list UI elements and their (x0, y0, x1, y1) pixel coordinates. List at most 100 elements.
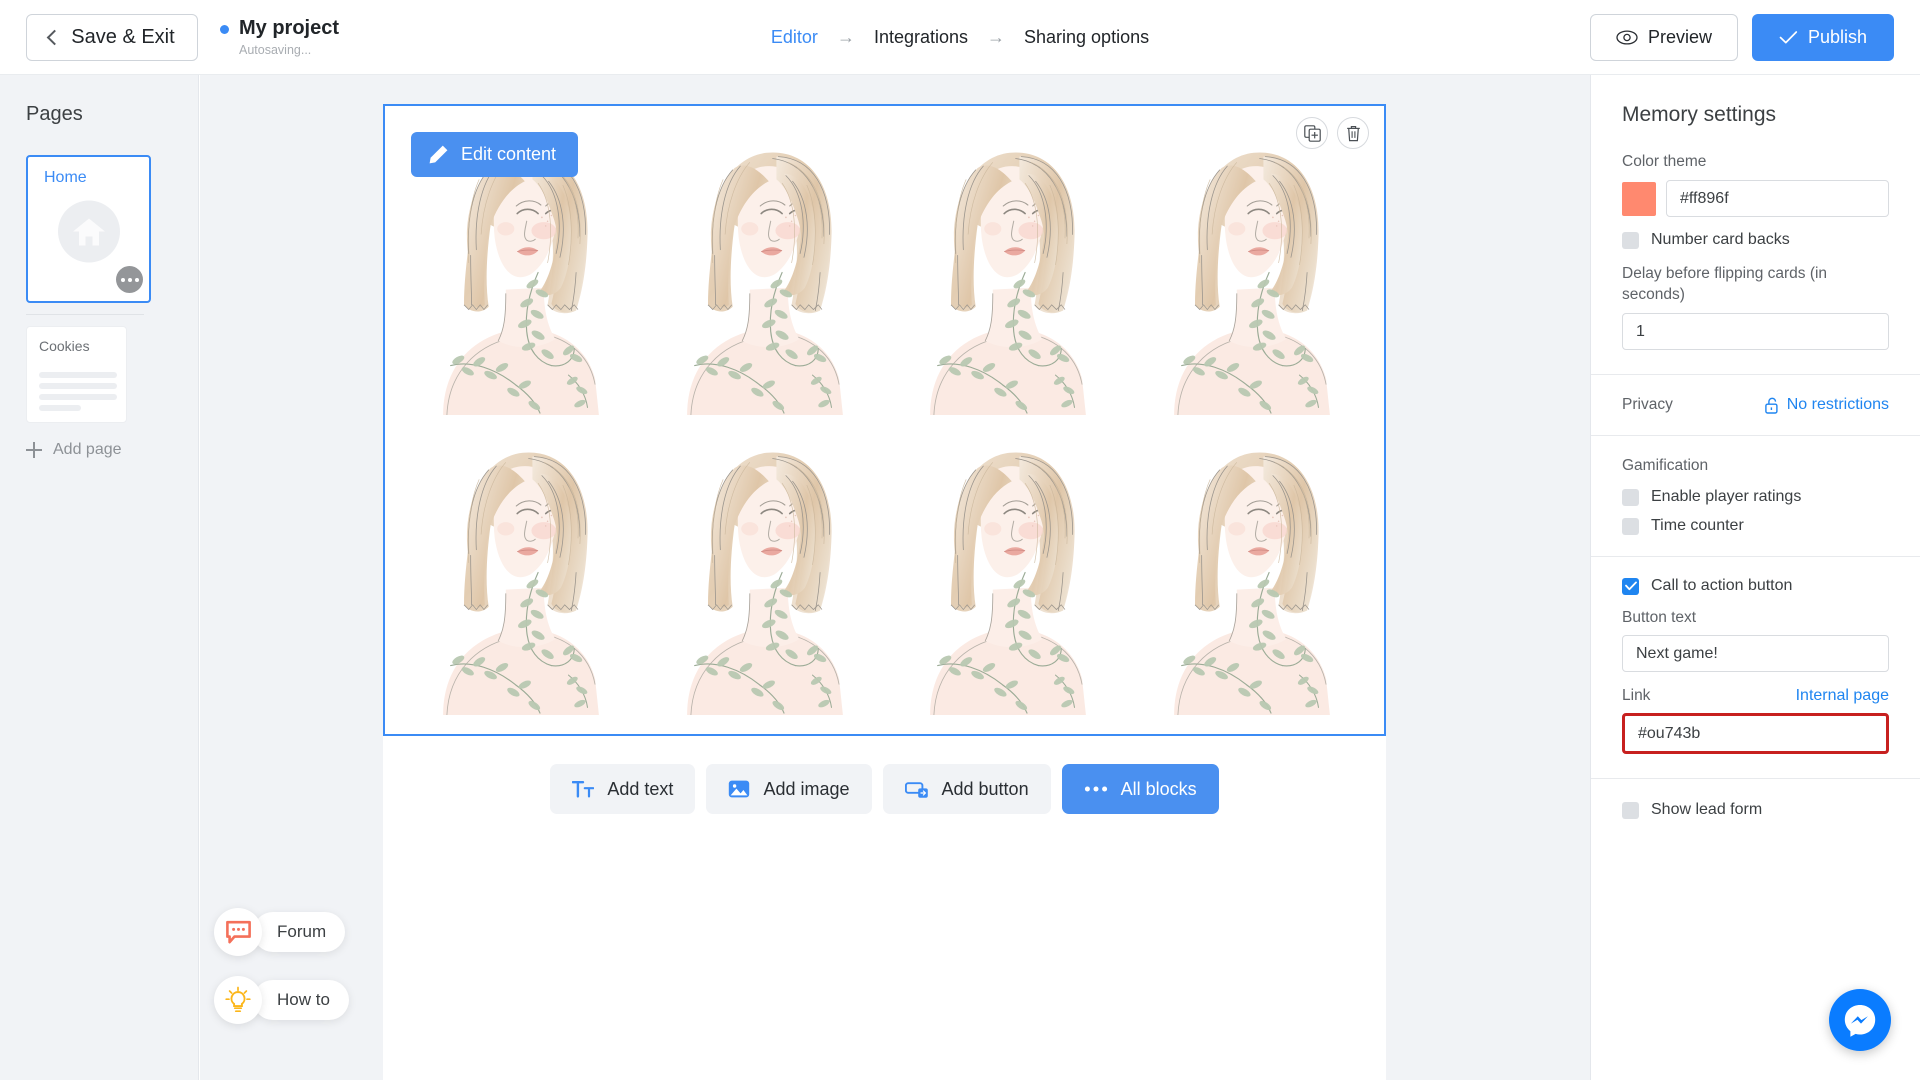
gamification-label: Gamification (1622, 457, 1889, 475)
add-image-label: Add image (763, 779, 849, 800)
memory-card[interactable] (1130, 122, 1374, 422)
duplicate-block-button[interactable] (1296, 117, 1328, 149)
forum-button[interactable] (214, 908, 262, 956)
memory-card[interactable] (643, 422, 887, 722)
button-icon (905, 780, 929, 799)
memory-card[interactable] (643, 122, 887, 422)
add-page-label: Add page (53, 441, 122, 459)
home-icon (72, 216, 106, 247)
woman-illustration (1157, 130, 1347, 415)
breadcrumb-item-editor[interactable]: Editor (771, 27, 818, 48)
color-swatch[interactable] (1622, 182, 1656, 216)
cta-label: Call to action button (1651, 577, 1792, 595)
home-thumbnail (58, 200, 120, 262)
show-lead-form-label: Show lead form (1651, 801, 1762, 819)
sidebar-divider (26, 314, 144, 315)
pages-title: Pages (26, 103, 198, 126)
enable-player-ratings-row[interactable]: Enable player ratings (1622, 488, 1889, 506)
memory-game-block[interactable]: Edit content (383, 104, 1386, 736)
cta-checkbox[interactable] (1622, 578, 1639, 595)
show-lead-form-row[interactable]: Show lead form (1622, 801, 1889, 819)
privacy-value-label: No restrictions (1787, 396, 1889, 414)
page-canvas: Edit content (383, 104, 1386, 1084)
page-cookies-thumbnail (39, 372, 117, 411)
text-format-icon (572, 780, 594, 798)
unlock-icon (1765, 397, 1779, 414)
add-image-button[interactable]: Add image (706, 764, 871, 814)
settings-panel: Memory settings Color theme Number card … (1590, 75, 1920, 1080)
chat-bubble-icon (225, 920, 252, 945)
add-text-button[interactable]: Add text (550, 764, 695, 814)
all-blocks-label: All blocks (1121, 779, 1197, 800)
add-text-label: Add text (607, 779, 673, 800)
cta-row[interactable]: Call to action button (1622, 577, 1889, 595)
delay-section: Delay before flipping cards (in seconds) (1591, 249, 1920, 374)
pencil-icon (428, 144, 449, 165)
pages-sidebar: Pages Home Cookies Add page (0, 75, 199, 1080)
how-to-button[interactable] (214, 976, 262, 1024)
help-widgets: Forum How to (214, 908, 349, 1044)
check-icon (1779, 30, 1798, 45)
sidebar-page-cookies[interactable]: Cookies (26, 326, 127, 423)
breadcrumb: Editor → Integrations → Sharing options (771, 27, 1149, 48)
memory-card-grid (399, 122, 1374, 722)
privacy-value-button[interactable]: No restrictions (1765, 396, 1889, 414)
link-input[interactable] (1622, 713, 1889, 754)
arrow-right-icon: → (837, 27, 855, 48)
image-icon (728, 779, 750, 799)
forum-widget[interactable]: Forum (214, 908, 349, 956)
time-counter-label: Time counter (1651, 517, 1744, 535)
how-to-widget[interactable]: How to (214, 976, 349, 1024)
autosaving-status: Autosaving... (239, 43, 339, 57)
lead-form-section: Show lead form (1591, 779, 1920, 819)
panel-title: Memory settings (1591, 75, 1920, 127)
button-text-input[interactable] (1622, 635, 1889, 672)
breadcrumb-item-integrations[interactable]: Integrations (874, 27, 968, 48)
how-to-label[interactable]: How to (253, 980, 349, 1020)
add-page-button[interactable]: Add page (26, 441, 122, 459)
publish-label: Publish (1808, 27, 1867, 48)
memory-card[interactable] (887, 122, 1131, 422)
breadcrumb-item-sharing-options[interactable]: Sharing options (1024, 27, 1149, 48)
time-counter-checkbox[interactable] (1622, 518, 1639, 535)
number-card-backs-row[interactable]: Number card backs (1622, 231, 1889, 249)
all-blocks-button[interactable]: All blocks (1062, 764, 1219, 814)
editor-workspace: Edit content (200, 75, 1590, 1080)
forum-label[interactable]: Forum (253, 912, 345, 952)
delete-block-button[interactable] (1337, 117, 1369, 149)
messenger-chat-button[interactable] (1829, 989, 1891, 1051)
show-lead-form-checkbox[interactable] (1622, 802, 1639, 819)
dot (135, 278, 139, 282)
color-theme-section: Color theme (1591, 127, 1920, 217)
internal-page-link[interactable]: Internal page (1796, 687, 1889, 705)
sidebar-page-home[interactable]: Home (26, 155, 151, 303)
page-cookies-label: Cookies (39, 338, 90, 354)
placeholder-line (39, 405, 81, 411)
dot (121, 278, 125, 282)
enable-player-ratings-checkbox[interactable] (1622, 489, 1639, 506)
add-button-button[interactable]: Add button (883, 764, 1051, 814)
publish-button[interactable]: Publish (1752, 14, 1894, 61)
preview-button[interactable]: Preview (1590, 14, 1738, 61)
number-card-backs-checkbox[interactable] (1622, 232, 1639, 249)
save-and-exit-button[interactable]: Save & Exit (26, 14, 198, 61)
edit-content-button[interactable]: Edit content (411, 132, 578, 177)
edit-content-label: Edit content (461, 144, 556, 165)
lightbulb-icon (224, 986, 252, 1014)
placeholder-line (39, 383, 117, 389)
memory-card[interactable] (1130, 422, 1374, 722)
page-options-button[interactable] (116, 266, 143, 293)
project-title: My project (239, 17, 339, 39)
delay-input[interactable] (1622, 313, 1889, 350)
block-toolbar (1296, 117, 1369, 149)
header-actions: Preview Publish (1590, 14, 1894, 61)
color-theme-input[interactable] (1666, 180, 1889, 217)
button-text-label: Button text (1622, 609, 1889, 627)
placeholder-line (39, 394, 117, 400)
memory-card[interactable] (399, 422, 643, 722)
privacy-row: Privacy No restrictions (1622, 396, 1889, 414)
time-counter-row[interactable]: Time counter (1622, 517, 1889, 535)
dot (128, 278, 132, 282)
memory-card[interactable] (887, 422, 1131, 722)
trash-icon (1346, 125, 1361, 142)
